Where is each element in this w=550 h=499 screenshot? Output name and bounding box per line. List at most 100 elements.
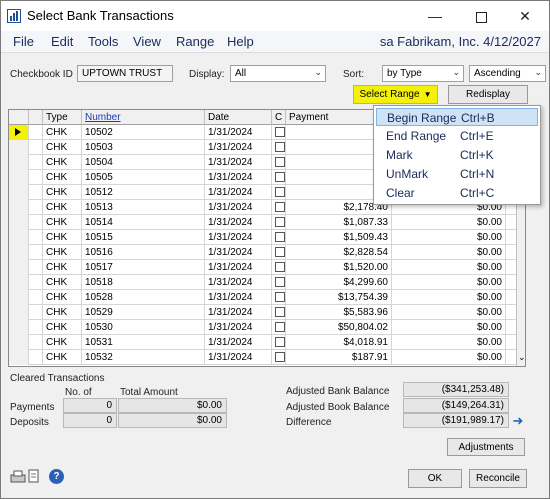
table-row[interactable]: CHK 10516 1/31/2024 $2,828.54 $0.00 — [9, 245, 525, 260]
sort-order-value: Ascending — [474, 68, 521, 79]
checkbook-id-field[interactable]: UPTOWN TRUST — [77, 65, 173, 82]
reconcile-button[interactable]: Reconcile — [469, 469, 527, 488]
table-row[interactable]: CHK 10514 1/31/2024 $1,087.33 $0.00 — [9, 215, 525, 230]
cleared-checkbox[interactable] — [275, 202, 285, 212]
print-icon[interactable] — [9, 468, 45, 489]
type-cell: CHK — [43, 290, 82, 305]
cleared-checkbox[interactable] — [275, 187, 285, 197]
menu-help[interactable]: Help — [227, 34, 254, 49]
deposit-cell: $0.00 — [392, 275, 506, 290]
payment-cell: $2,828.54 — [286, 245, 392, 260]
cleared-checkbox[interactable] — [275, 172, 285, 182]
cleared-checkbox[interactable] — [275, 232, 285, 242]
sort-order-select[interactable]: Ascending ⌄ — [469, 65, 546, 82]
help-icon[interactable]: ? — [49, 469, 64, 484]
cleared-checkbox[interactable] — [275, 352, 285, 362]
range-dropdown-menu: Begin Range Ctrl+B End Range Ctrl+E Mark… — [373, 105, 541, 205]
table-row[interactable]: CHK 10532 1/31/2024 $187.91 $0.00 — [9, 350, 525, 365]
type-header[interactable]: Type — [43, 110, 82, 125]
cleared-cell — [272, 200, 286, 215]
number-cell: 10504 — [82, 155, 205, 170]
number-cell: 10529 — [82, 305, 205, 320]
table-row[interactable]: CHK 10518 1/31/2024 $4,299.60 $0.00 — [9, 275, 525, 290]
date-cell: 1/31/2024 — [205, 170, 272, 185]
menu-unmark[interactable]: UnMark Ctrl+N — [376, 165, 538, 183]
difference-arrow-icon[interactable]: ➜ — [511, 414, 525, 428]
payment-cell: $1,087.33 — [286, 215, 392, 230]
cleared-checkbox[interactable] — [275, 337, 285, 347]
date-cell: 1/31/2024 — [205, 185, 272, 200]
table-row[interactable]: CHK 10515 1/31/2024 $1,509.43 $0.00 — [9, 230, 525, 245]
total-amount-label: Total Amount — [120, 387, 178, 398]
date-cell: 1/31/2024 — [205, 335, 272, 350]
redisplay-button[interactable]: Redisplay — [448, 85, 528, 104]
menu-end-range[interactable]: End Range Ctrl+E — [376, 127, 538, 145]
type-cell: CHK — [43, 185, 82, 200]
row-selector — [9, 200, 29, 215]
table-row[interactable]: CHK 10528 1/31/2024 $13,754.39 $0.00 — [9, 290, 525, 305]
row-spacer — [29, 230, 43, 245]
type-cell: CHK — [43, 335, 82, 350]
select-range-button[interactable]: Select Range ▼ — [353, 85, 438, 104]
deposits-count: 0 — [63, 413, 117, 428]
cleared-transactions-title: Cleared Transactions — [10, 373, 105, 384]
clear-label: Clear — [386, 186, 415, 200]
window-title: Select Bank Transactions — [27, 8, 174, 23]
type-cell: CHK — [43, 350, 82, 365]
menu-file[interactable]: File — [13, 34, 34, 49]
display-select[interactable]: All ⌄ — [230, 65, 326, 82]
row-spacer — [29, 155, 43, 170]
menu-mark[interactable]: Mark Ctrl+K — [376, 146, 538, 164]
minimize-button[interactable]: — — [413, 3, 457, 29]
menu-range[interactable]: Range — [176, 34, 214, 49]
table-row[interactable]: CHK 10529 1/31/2024 $5,583.96 $0.00 — [9, 305, 525, 320]
mark-shortcut: Ctrl+K — [460, 148, 494, 162]
cleared-checkbox[interactable] — [275, 157, 285, 167]
menu-bar: File Edit Tools View Range Help sa Fabri… — [1, 31, 549, 53]
table-row[interactable]: CHK 10530 1/31/2024 $50,804.02 $0.00 — [9, 320, 525, 335]
unmark-shortcut: Ctrl+N — [460, 167, 495, 181]
table-row[interactable]: CHK 10517 1/31/2024 $1,520.00 $0.00 — [9, 260, 525, 275]
row-selector-header — [9, 110, 29, 125]
row-spacer — [29, 245, 43, 260]
menu-view[interactable]: View — [133, 34, 161, 49]
payments-count: 0 — [63, 398, 117, 413]
number-cell: 10531 — [82, 335, 205, 350]
menu-tools[interactable]: Tools — [88, 34, 118, 49]
menu-begin-range[interactable]: Begin Range Ctrl+B — [376, 108, 538, 126]
number-cell: 10503 — [82, 140, 205, 155]
cleared-checkbox[interactable] — [275, 292, 285, 302]
sort-select[interactable]: by Type ⌄ — [382, 65, 464, 82]
table-row[interactable]: CHK 10531 1/31/2024 $4,018.91 $0.00 — [9, 335, 525, 350]
payment-cell: $4,299.60 — [286, 275, 392, 290]
adjusted-bank-balance-label: Adjusted Bank Balance — [286, 386, 390, 397]
cleared-checkbox[interactable] — [275, 127, 285, 137]
cleared-checkbox[interactable] — [275, 322, 285, 332]
date-header[interactable]: Date — [205, 110, 272, 125]
cleared-checkbox[interactable] — [275, 217, 285, 227]
user-company-date: sa Fabrikam, Inc. 4/12/2027 — [379, 34, 541, 49]
row-spacer — [29, 170, 43, 185]
number-header[interactable]: Number — [82, 110, 205, 125]
cleared-header[interactable]: C — [272, 110, 286, 125]
chevron-down-icon: ⌄ — [534, 67, 542, 77]
ok-button[interactable]: OK — [408, 469, 462, 488]
cleared-checkbox[interactable] — [275, 262, 285, 272]
adjustments-button[interactable]: Adjustments — [447, 438, 525, 456]
cleared-cell — [272, 335, 286, 350]
row-selector — [9, 125, 29, 140]
deposits-label: Deposits — [10, 417, 49, 428]
maximize-button[interactable] — [459, 3, 503, 29]
cleared-checkbox[interactable] — [275, 142, 285, 152]
row-selector — [9, 245, 29, 260]
menu-edit[interactable]: Edit — [51, 34, 73, 49]
cleared-checkbox[interactable] — [275, 307, 285, 317]
close-button[interactable]: ✕ — [503, 3, 547, 29]
end-range-shortcut: Ctrl+E — [460, 129, 494, 143]
current-row-pointer-icon — [9, 125, 28, 140]
menu-clear[interactable]: Clear Ctrl+C — [376, 184, 538, 202]
scroll-down-icon[interactable]: ⌄ — [518, 352, 525, 363]
cleared-checkbox[interactable] — [275, 277, 285, 287]
row-selector — [9, 335, 29, 350]
cleared-checkbox[interactable] — [275, 247, 285, 257]
